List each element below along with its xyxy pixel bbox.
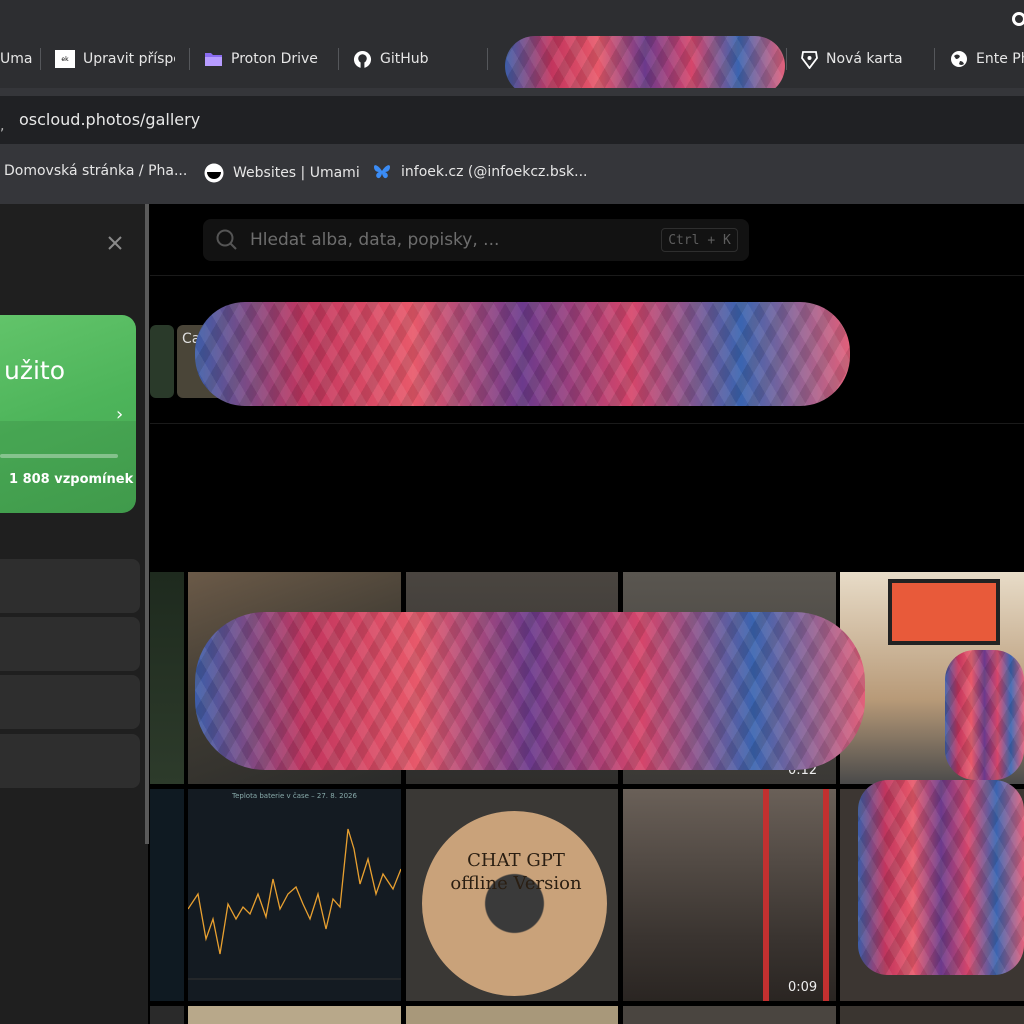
tab-label: GitHub [380, 51, 429, 67]
tab-separator [40, 48, 41, 70]
pole [763, 789, 769, 1001]
globe-icon [950, 50, 968, 68]
close-sidebar-icon[interactable] [106, 234, 124, 252]
brave-icon [801, 50, 818, 69]
tab-label: Upravit příspěv [83, 51, 175, 67]
tab-umami[interactable]: Uma [0, 42, 36, 76]
redaction-scribble [195, 612, 865, 770]
sidebar-button[interactable] [0, 675, 140, 729]
redaction-scribble [505, 36, 785, 96]
bookmark-label: Domovská stránka / Pha... [4, 163, 188, 179]
bluesky-icon [372, 163, 392, 181]
tab-separator [487, 48, 488, 70]
tab-separator [786, 48, 787, 70]
chevron-right-icon[interactable]: › [116, 404, 123, 425]
tab-github[interactable]: GitHub [353, 42, 473, 76]
storage-progress-bar [0, 454, 118, 458]
divider [150, 275, 1024, 276]
tab-separator [338, 48, 339, 70]
site-favicon-icon: ek [55, 50, 75, 68]
photo-thumbnail[interactable] [840, 1006, 1024, 1024]
umami-icon [204, 163, 224, 183]
photo-thumbnail[interactable]: CHAT GPT offline Version [406, 789, 618, 1001]
pole [823, 789, 829, 1001]
tab-proton-drive[interactable]: Proton Drive [204, 42, 324, 76]
memories-count: 1 808 vzpomínek [9, 472, 134, 487]
video-duration: 0:09 [788, 980, 818, 995]
photo-thumbnail[interactable] [150, 789, 184, 1001]
github-icon [353, 50, 372, 69]
video-thumbnail[interactable] [623, 789, 836, 1001]
sidebar-button[interactable] [0, 734, 140, 788]
storage-used-label: užito [4, 356, 66, 385]
tab-label: Nová karta [826, 51, 903, 67]
tab-separator [934, 48, 935, 70]
keyboard-shortcut-hint: Ctrl + K [661, 228, 738, 252]
redaction-scribble [945, 650, 1024, 780]
bookmark-label: infoek.cz (@infoekcz.bsk... [401, 164, 588, 180]
chart-screenshot-thumbnail[interactable]: Teplota baterie v čase – 27. 8. 2026 [188, 789, 401, 1001]
bookmark-domovska-stranka[interactable]: Domovská stránka / Pha... [4, 163, 187, 179]
album-card[interactable] [150, 325, 174, 398]
redaction-scribble [858, 780, 1024, 975]
sidebar-button[interactable] [0, 559, 140, 613]
cd-disc [422, 811, 607, 996]
battery-temperature-chart [188, 828, 401, 980]
tab-nova-karta[interactable]: Nová karta [801, 42, 921, 76]
divider [150, 423, 1024, 424]
redaction-scribble [195, 302, 850, 406]
url-text[interactable]: oscloud.photos/gallery [19, 110, 200, 129]
bookmark-label: Websites | Umami [233, 165, 360, 181]
bookmark-websites-umami[interactable]: Websites | Umami [204, 163, 360, 183]
photo-thumbnail[interactable] [150, 1006, 184, 1024]
tab-label: Proton Drive [231, 51, 318, 67]
bookmark-bluesky[interactable]: infoek.cz (@infoekcz.bsk... [372, 163, 588, 181]
tab-label: Ente Ph [976, 51, 1024, 67]
search-input[interactable] [250, 228, 640, 252]
window-control-icon[interactable] [1012, 12, 1024, 26]
tab-label: Uma [0, 51, 33, 67]
site-info-icon[interactable]: , [0, 118, 4, 134]
tab-ente-photos[interactable]: Ente Ph [950, 42, 1024, 76]
tab-separator [189, 48, 190, 70]
tab-upravit-prispevek[interactable]: ek Upravit příspěv [55, 42, 175, 76]
proton-drive-icon [204, 51, 223, 67]
sidebar-button[interactable] [0, 617, 140, 671]
storage-card-lower [0, 421, 136, 513]
photo-thumbnail[interactable] [623, 1006, 836, 1024]
tv-screen [888, 579, 1000, 645]
sidebar-scrollbar[interactable] [145, 204, 149, 844]
photo-thumbnail[interactable] [150, 572, 184, 784]
search-icon [216, 229, 238, 251]
cd-label-text: CHAT GPT offline Version [450, 850, 582, 895]
photo-thumbnail[interactable] [406, 1006, 618, 1024]
photo-thumbnail[interactable] [188, 1006, 401, 1024]
